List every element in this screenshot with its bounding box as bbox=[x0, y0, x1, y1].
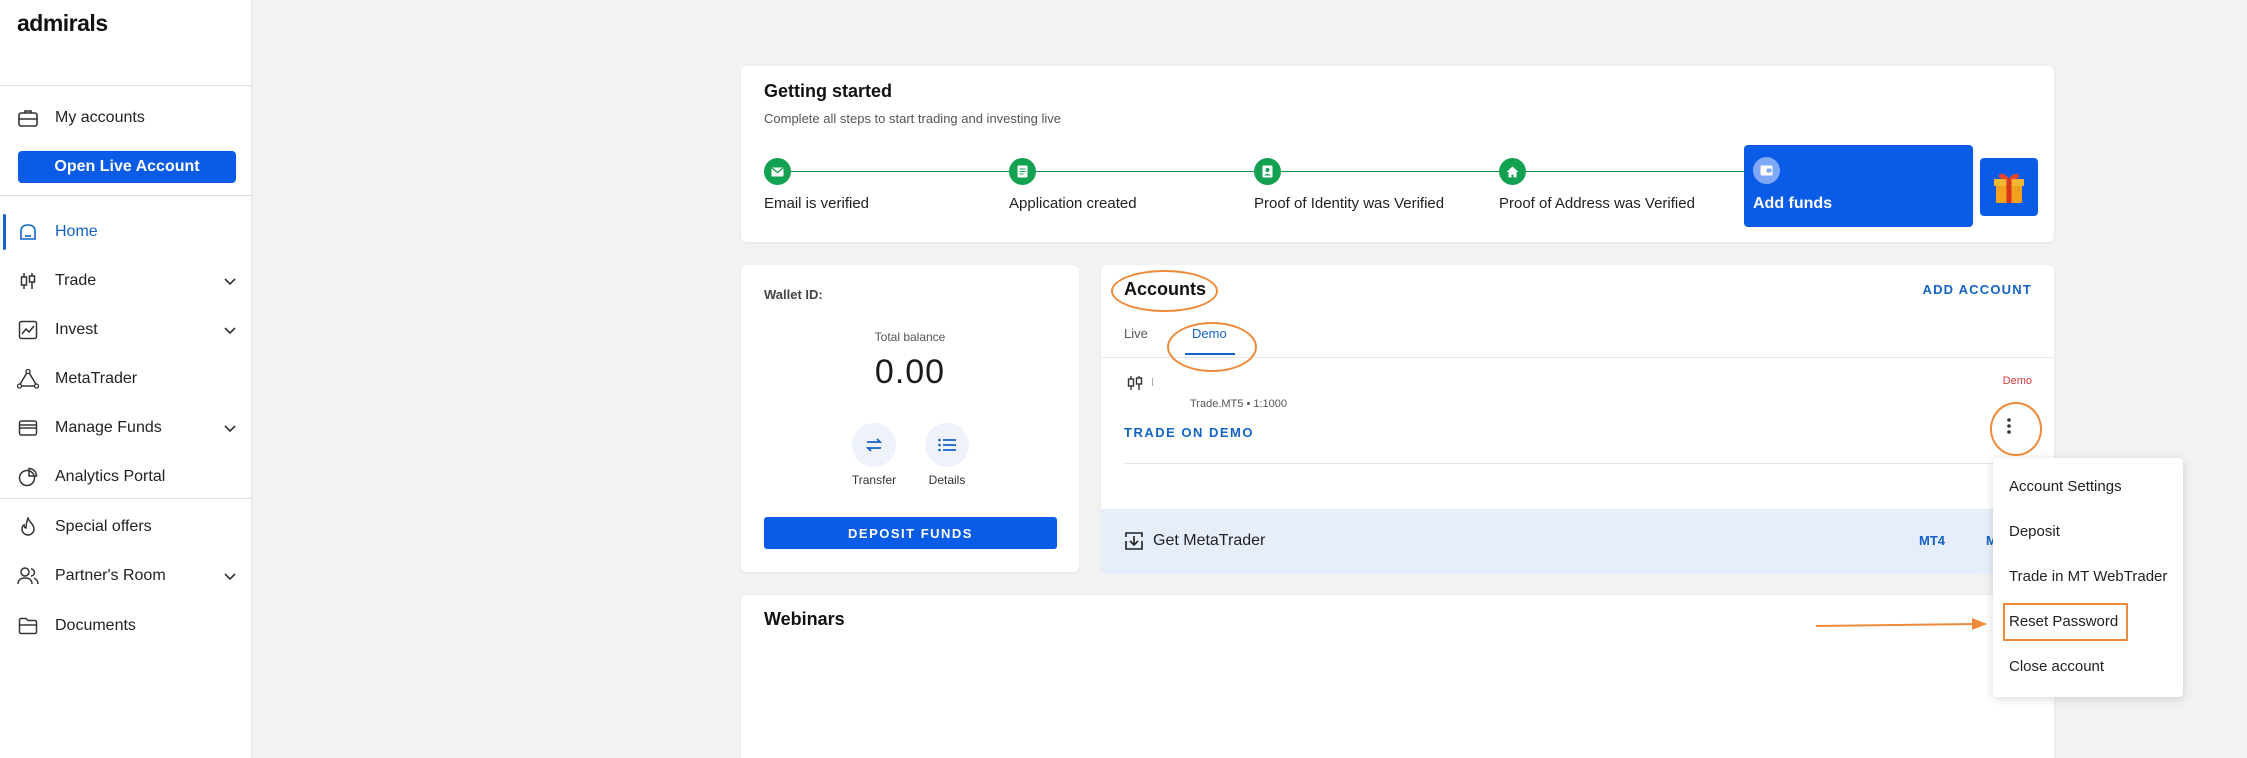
total-balance-value: 0.00 bbox=[874, 353, 946, 391]
arrow-icon bbox=[1815, 618, 1987, 630]
wallet-icon bbox=[17, 417, 39, 439]
mail-icon bbox=[764, 158, 791, 185]
get-metatrader-label: Get MetaTrader bbox=[1153, 532, 1266, 549]
download-icon bbox=[1125, 532, 1143, 550]
sidebar-item-label: Invest bbox=[55, 321, 98, 338]
chevron-down-icon[interactable] bbox=[222, 568, 238, 584]
admirals-logo[interactable]: admirals bbox=[17, 10, 108, 37]
step-label: Application created bbox=[1009, 195, 1137, 212]
sidebar-item-label: Analytics Portal bbox=[55, 468, 166, 485]
sidebar-item-home[interactable]: Home bbox=[0, 212, 252, 252]
menu-item-close-account[interactable]: Close account bbox=[2009, 658, 2104, 675]
wallet-id-label: Wallet ID: bbox=[764, 287, 823, 302]
home-icon bbox=[17, 221, 39, 243]
sidebar-item-label: Trade bbox=[55, 272, 97, 289]
transfer-label: Transfer bbox=[851, 473, 897, 487]
highlight-oval-more-options bbox=[1990, 402, 2042, 456]
sidebar-item-special-offers[interactable]: Special offers bbox=[0, 507, 252, 547]
candlestick-icon bbox=[1127, 376, 1143, 390]
menu-item-account-settings[interactable]: Account Settings bbox=[2009, 478, 2122, 495]
sidebar-item-label: Partner's Room bbox=[55, 567, 166, 584]
id-card-icon bbox=[1254, 158, 1281, 185]
getting-started-subtitle: Complete all steps to start trading and … bbox=[764, 111, 1061, 126]
chevron-down-icon[interactable] bbox=[222, 420, 238, 436]
step-email-verified: Email is verified bbox=[764, 158, 869, 212]
add-account-button[interactable]: ADD ACCOUNT bbox=[1923, 282, 2033, 297]
account-divider bbox=[1124, 463, 2032, 464]
accounts-card: Accounts ADD ACCOUNT Live Demo Demo Trad… bbox=[1101, 265, 2054, 574]
gift-button[interactable] bbox=[1980, 158, 2038, 216]
transfer-icon bbox=[865, 438, 883, 452]
chart-line-icon bbox=[17, 319, 39, 341]
chevron-down-icon[interactable] bbox=[222, 322, 238, 338]
demo-badge: Demo bbox=[2002, 375, 2032, 387]
sidebar-item-label: Documents bbox=[55, 617, 136, 634]
trade-on-demo-button[interactable]: TRADE ON DEMO bbox=[1124, 425, 1254, 440]
sidebar-item-label: Manage Funds bbox=[55, 419, 162, 436]
briefcase-icon bbox=[17, 107, 39, 129]
open-live-account-button[interactable]: Open Live Account bbox=[18, 151, 236, 183]
step-proof-of-identity: Proof of Identity was Verified bbox=[1254, 158, 1444, 212]
sidebar-item-partners-room[interactable]: Partner's Room bbox=[0, 556, 252, 596]
total-balance-label: Total balance bbox=[874, 330, 946, 344]
webinars-title: Webinars bbox=[764, 609, 845, 629]
add-funds-step-button[interactable]: Add funds bbox=[1744, 145, 1973, 227]
mt4-link[interactable]: MT4 bbox=[1919, 533, 1945, 548]
divider bbox=[0, 498, 252, 499]
chevron-down-icon[interactable] bbox=[222, 273, 238, 289]
sidebar-item-label: Special offers bbox=[55, 518, 152, 535]
sidebar-item-label: MetaTrader bbox=[55, 370, 138, 387]
divider bbox=[0, 85, 252, 86]
candlestick-icon bbox=[17, 270, 39, 292]
step-label: Proof of Identity was Verified bbox=[1254, 195, 1445, 212]
metatrader-icon bbox=[17, 368, 39, 390]
getting-started-title: Getting started bbox=[764, 81, 893, 101]
highlight-oval-demo-tab bbox=[1167, 322, 1257, 372]
highlight-box-reset-password bbox=[2003, 603, 2128, 641]
highlight-oval-accounts bbox=[1111, 270, 1218, 312]
pie-chart-icon bbox=[17, 466, 39, 488]
divider bbox=[1152, 378, 1153, 386]
details-button[interactable] bbox=[925, 423, 969, 467]
sidebar-item-my-accounts[interactable]: My accounts bbox=[0, 98, 252, 138]
tab-live[interactable]: Live bbox=[1124, 326, 1148, 341]
sidebar-item-analytics-portal[interactable]: Analytics Portal bbox=[0, 457, 252, 497]
step-label: Add funds bbox=[1753, 195, 1833, 212]
details-label: Details bbox=[928, 473, 966, 487]
menu-item-trade-in-webtrader[interactable]: Trade in MT WebTrader bbox=[2009, 568, 2167, 585]
account-platform: Trade.MT5 • 1:1000 bbox=[1190, 398, 1287, 410]
flame-icon bbox=[17, 516, 39, 538]
step-application-created: Application created bbox=[1009, 158, 1137, 212]
sidebar-item-documents[interactable]: Documents bbox=[0, 606, 252, 646]
sidebar: admirals My accounts Open Live Account H… bbox=[0, 0, 252, 758]
wallet-icon bbox=[1753, 157, 1780, 184]
sidebar-item-label: Home bbox=[55, 223, 98, 240]
step-label: Email is verified bbox=[764, 195, 870, 212]
folder-icon bbox=[17, 615, 39, 637]
sidebar-item-trade[interactable]: Trade bbox=[0, 261, 252, 301]
step-proof-of-address: Proof of Address was Verified bbox=[1499, 158, 1695, 212]
home-icon bbox=[1499, 158, 1526, 185]
sidebar-item-invest[interactable]: Invest bbox=[0, 310, 252, 350]
menu-item-deposit[interactable]: Deposit bbox=[2009, 523, 2060, 540]
transfer-button[interactable] bbox=[852, 423, 896, 467]
document-icon bbox=[1009, 158, 1036, 185]
account-options-menu: Account Settings Deposit Trade in MT Web… bbox=[1993, 458, 2183, 697]
sidebar-item-metatrader[interactable]: MetaTrader bbox=[0, 359, 252, 399]
step-label: Proof of Address was Verified bbox=[1499, 195, 1695, 212]
sidebar-item-label: My accounts bbox=[55, 109, 145, 126]
list-icon bbox=[938, 438, 956, 452]
wallet-card: Wallet ID: Total balance 0.00 Transfer D… bbox=[741, 265, 1079, 572]
gift-icon bbox=[1994, 173, 2024, 203]
get-metatrader-band: Get MetaTrader MT4 MT5 bbox=[1101, 509, 2054, 574]
partners-icon bbox=[17, 565, 39, 587]
sidebar-item-manage-funds[interactable]: Manage Funds bbox=[0, 408, 252, 448]
divider bbox=[0, 195, 252, 196]
deposit-funds-button[interactable]: DEPOSIT FUNDS bbox=[764, 517, 1057, 549]
